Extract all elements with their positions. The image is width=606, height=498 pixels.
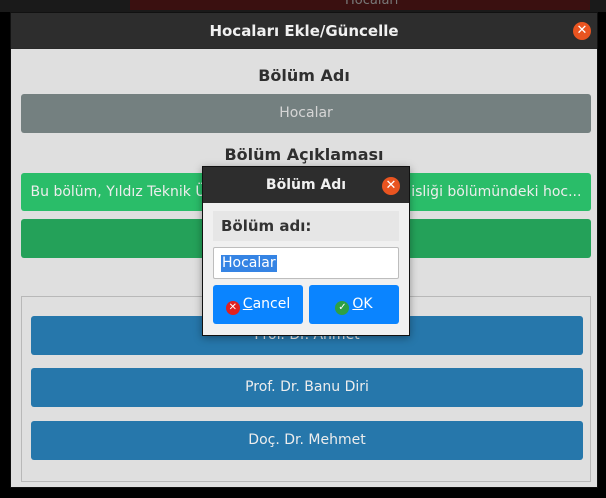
main-window-titlebar: Hocaları Ekle/Güncelle ✕: [11, 13, 597, 49]
cancel-button[interactable]: ✕ Cancel: [213, 285, 303, 324]
dialog-close-icon[interactable]: ✕: [382, 177, 400, 195]
dialog-name-input[interactable]: Hocalar: [213, 247, 399, 279]
main-window-title: Hocaları Ekle/Güncelle: [209, 22, 399, 40]
input-dialog: Bölüm Adı ✕ Bölüm adı: Hocalar ✕ Cancel ✓…: [202, 166, 410, 336]
ok-check-icon: ✓: [335, 301, 350, 315]
dialog-prompt-label: Bölüm adı:: [213, 211, 399, 241]
main-window-close-icon[interactable]: ✕: [573, 22, 591, 40]
cancel-icon: ✕: [225, 301, 240, 315]
cancel-label: ancel: [252, 296, 291, 312]
background-window-text: Hocaları: [345, 0, 399, 8]
dialog-titlebar: Bölüm Adı ✕: [203, 167, 409, 203]
ok-button[interactable]: ✓ OK: [309, 285, 399, 324]
ok-label: K: [363, 296, 373, 312]
dialog-title: Bölüm Adı: [265, 177, 347, 193]
background-window-strip: Hocaları: [0, 0, 606, 12]
dialog-input-selected-text: Hocalar: [221, 255, 277, 272]
ok-mnemonic: O: [352, 296, 364, 312]
cancel-mnemonic: C: [242, 296, 253, 312]
